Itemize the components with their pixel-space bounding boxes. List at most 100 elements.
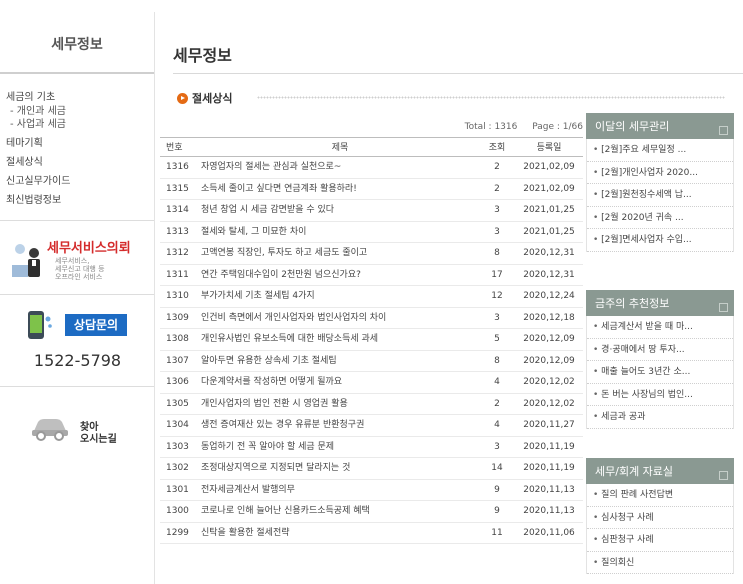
table-row[interactable]: 1305 개인사업자의 법인 전환 시 영업권 활용 2 2020,12,02	[160, 394, 583, 415]
cell-title[interactable]: 고액연봉 직장인, 투자도 하고 세금도 줄이고	[195, 243, 479, 264]
cell-date: 2020,12,18	[523, 312, 575, 323]
table-row[interactable]: 1309 인건비 측면에서 개인사업자와 법인사업자의 차이 3 2020,12,18	[160, 308, 583, 329]
consult-banner[interactable]: 상담문의 1522-5798	[0, 294, 154, 386]
panel-title: 이달의 세무관리	[595, 120, 670, 133]
table-row[interactable]: 1304 생전 증여재산 있는 경우 유류분 반환청구권 4 2020,11,27	[160, 415, 583, 437]
board-header: 번호 제목 조회 등록일	[160, 137, 583, 157]
panel-head[interactable]: 세무/회계 자료실	[586, 458, 734, 484]
cell-date: 2021,02,09	[523, 162, 575, 172]
cell-title[interactable]: 코로나로 인해 늘어난 신용카드소득공제 혜택	[195, 501, 479, 522]
table-row[interactable]: 1316 자영업자의 절세는 관심과 실천으로~ 2 2021,02,09	[160, 157, 583, 179]
orange-bullet-icon	[177, 92, 188, 104]
panel-link[interactable]: [2월 2020년 귀속 ...	[587, 207, 733, 229]
table-row[interactable]: 1315 소득세 줄이고 싶다면 연금계좌 활용하라! 2 2021,02,09	[160, 179, 583, 200]
cell-no: 1300	[166, 506, 189, 516]
sidebar-item-latest-law[interactable]: 최신법령정보	[0, 191, 154, 210]
panel-head[interactable]: 이달의 세무관리	[586, 113, 734, 139]
table-row[interactable]: 1301 전자세금계산서 발행의무 9 2020,11,13	[160, 480, 583, 501]
table-row[interactable]: 1312 고액연봉 직장인, 투자도 하고 세금도 줄이고 8 2020,12,31	[160, 243, 583, 265]
cell-title[interactable]: 알아두면 유용한 상속세 기초 절세팁	[195, 351, 479, 372]
cell-date: 2020,12,31	[523, 269, 575, 280]
cell-no: 1306	[166, 377, 189, 387]
sidebar-sub-business-tax[interactable]: - 사업과 세금	[0, 118, 154, 131]
cell-title[interactable]: 생전 증여재산 있는 경우 유류분 반환청구권	[195, 415, 479, 436]
directions-banner[interactable]: 찾아 오시는길	[0, 386, 154, 478]
table-row[interactable]: 1314 청년 창업 시 세금 감면받을 수 있다 3 2021,01,25	[160, 200, 583, 222]
cell-views: 2	[494, 162, 500, 172]
panel-link[interactable]: 질의회신	[587, 552, 733, 574]
col-header-views: 조회	[488, 143, 506, 153]
panel-head[interactable]: 금주의 추천정보	[586, 290, 734, 316]
panel-link[interactable]: 세금계산서 받을 때 마...	[587, 316, 733, 339]
service-request-banner[interactable]: 세무서비스의뢰 세무서비스, 세무신고 대행 등 오프라인 서비스	[0, 220, 154, 294]
table-row[interactable]: 1308 개인유사법인 유보소득에 대한 배당소득세 과세 5 2020,12,09	[160, 329, 583, 351]
panel-link[interactable]: [2월]개인사업자 2020...	[587, 162, 733, 184]
cell-title[interactable]: 연간 주택임대수입이 2천만원 넘으신가요?	[195, 265, 479, 286]
panel-link[interactable]: 질의 판례 사전답변	[587, 484, 733, 507]
consult-button[interactable]: 상담문의	[65, 314, 127, 336]
cell-views: 8	[494, 248, 500, 258]
panel-link[interactable]: 경·공매에서 땅 투자...	[587, 339, 733, 361]
panel-link[interactable]: 심사청구 사례	[587, 507, 733, 529]
cell-title[interactable]: 동업하기 전 꼭 알아야 할 세금 문제	[195, 437, 479, 458]
table-row[interactable]: 1306 다운계약서를 작성하면 어떻게 될까요 4 2020,12,02	[160, 372, 583, 394]
sidebar-item-filing-guide[interactable]: 신고실무가이드	[0, 172, 154, 191]
table-row[interactable]: 1303 동업하기 전 꼭 알아야 할 세금 문제 3 2020,11,19	[160, 437, 583, 458]
cell-views: 12	[491, 291, 503, 301]
panel-link[interactable]: [2월]원천징수세액 납...	[587, 184, 733, 207]
page-indicator: Page : 1/66	[532, 122, 583, 132]
cell-title[interactable]: 부가가치세 기초 절세팁 4가지	[195, 286, 479, 307]
consultant-icon	[12, 244, 40, 277]
table-row[interactable]: 1307 알아두면 유용한 상속세 기초 절세팁 8 2020,12,09	[160, 351, 583, 372]
sidebar-item-tax-saving[interactable]: 절세상식	[0, 153, 154, 172]
panel-list: 세금계산서 받을 때 마... 경·공매에서 땅 투자... 매출 늘어도 3년…	[586, 316, 734, 429]
panel-link[interactable]: [2월]면세사업자 수입...	[587, 229, 733, 252]
board-info: Total : 1316 Page : 1/66	[169, 122, 583, 132]
cell-title[interactable]: 절세와 탈세, 그 미묘한 차이	[195, 222, 479, 243]
cell-title[interactable]: 청년 창업 시 세금 감면받을 수 있다	[195, 200, 479, 221]
table-row[interactable]: 1300 코로나로 인해 늘어난 신용카드소득공제 혜택 9 2020,11,13	[160, 501, 583, 523]
sidebar-title: 세무정보	[0, 12, 154, 74]
panel-link[interactable]: 심판청구 사례	[587, 529, 733, 552]
cell-date: 2020,11,13	[523, 506, 575, 516]
cell-no: 1316	[166, 162, 189, 172]
sidebar-item-theme[interactable]: 테마기획	[0, 134, 154, 153]
cell-title[interactable]: 개인사업자의 법인 전환 시 영업권 활용	[195, 394, 479, 415]
cell-date: 2020,12,09	[523, 355, 575, 366]
cell-no: 1305	[166, 398, 189, 409]
cell-title[interactable]: 개인유사법인 유보소득에 대한 배당소득세 과세	[195, 329, 479, 350]
cell-title[interactable]: 인건비 측면에서 개인사업자와 법인사업자의 차이	[195, 308, 479, 329]
cell-title[interactable]: 신탁을 활용한 절세전략	[195, 523, 479, 544]
sidebar-sub-personal-tax[interactable]: - 개인과 세금	[0, 105, 154, 118]
table-row[interactable]: 1302 조정대상지역으로 지정되면 달라지는 것 14 2020,11,19	[160, 458, 583, 480]
cell-title[interactable]: 조정대상지역으로 지정되면 달라지는 것	[195, 458, 479, 479]
cell-date: 2020,12,09	[523, 334, 575, 344]
directions-line1: 찾아	[80, 422, 99, 433]
table-row[interactable]: 1311 연간 주택임대수입이 2천만원 넘으신가요? 17 2020,12,31	[160, 265, 583, 286]
panel-link[interactable]: 세금과 공과	[587, 406, 733, 429]
left-sidebar: 세무정보 세금의 기초 - 개인과 세금 - 사업과 세금 테마기획 절세상식 …	[0, 12, 155, 584]
cell-no: 1313	[166, 226, 189, 237]
main-content: 세무정보 절세상식 Total : 1316 Page : 1/66 번호 제목…	[155, 0, 743, 584]
cell-views: 11	[491, 527, 503, 538]
panel-title: 세무/회계 자료실	[595, 465, 674, 478]
cell-title[interactable]: 자영업자의 절세는 관심과 실천으로~	[195, 157, 479, 178]
cell-no: 1299	[166, 527, 189, 538]
panel-link[interactable]: 매출 늘어도 3년간 소...	[587, 361, 733, 384]
table-row[interactable]: 1313 절세와 탈세, 그 미묘한 차이 3 2021,01,25	[160, 222, 583, 243]
table-row[interactable]: 1310 부가가치세 기초 절세팁 4가지 12 2020,12,24	[160, 286, 583, 308]
title-divider	[173, 73, 743, 74]
cell-title[interactable]: 소득세 줄이고 싶다면 연금계좌 활용하라!	[195, 179, 479, 200]
menu-group-basics: 세금의 기초 - 개인과 세금 - 사업과 세금	[0, 88, 154, 134]
table-row[interactable]: 1299 신탁을 활용한 절세전략 11 2020,11,06	[160, 523, 583, 544]
panel-link[interactable]: 돈 버는 사장님의 법인...	[587, 384, 733, 406]
phone-number: 1522-5798	[33, 351, 122, 370]
panel-link[interactable]: [2월]주요 세무일정 ...	[587, 139, 733, 162]
cell-title[interactable]: 다운계약서를 작성하면 어떻게 될까요	[195, 372, 479, 393]
panel-tax-archive: 세무/회계 자료실 질의 판례 사전답변 심사청구 사례 심판청구 사례 질의회…	[586, 458, 734, 574]
cell-date: 2020,12,02	[523, 377, 575, 387]
cell-views: 17	[491, 269, 503, 280]
cell-date: 2020,12,02	[523, 398, 575, 409]
section-title: 절세상식	[192, 92, 233, 105]
cell-title[interactable]: 전자세금계산서 발행의무	[195, 480, 479, 501]
